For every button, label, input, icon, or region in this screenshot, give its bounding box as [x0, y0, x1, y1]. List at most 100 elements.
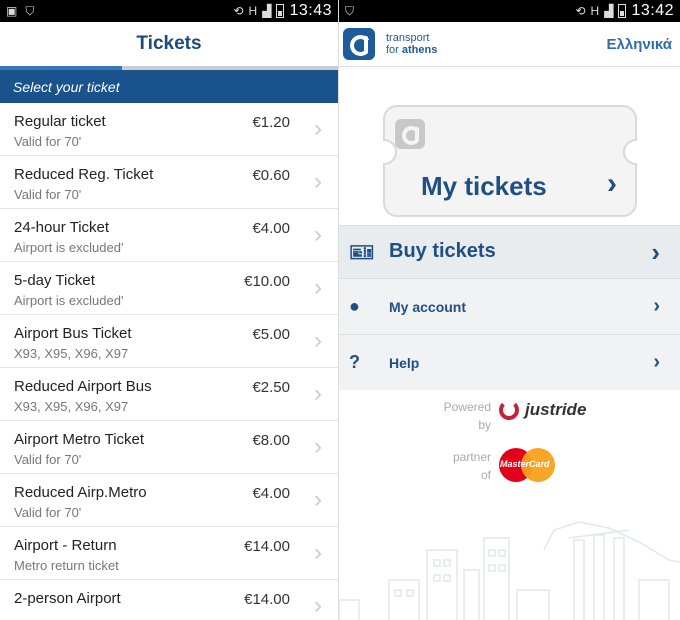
chevron-right-icon: ›: [607, 167, 617, 200]
ticket-price: €14.00: [244, 591, 290, 608]
signal-icon: ▟: [262, 4, 272, 18]
ticket-name: Reduced Airport Bus: [14, 378, 152, 395]
ticket-list-item[interactable]: Regular ticket Valid for 70' €1.20 ›: [0, 103, 338, 156]
ticket-price: €14.00: [244, 538, 290, 555]
ticket-description: Airport is excluded': [14, 240, 124, 255]
ticket-price: €8.00: [252, 432, 290, 449]
powered-line-1: Powered: [443, 400, 491, 414]
ticket-description: Valid for 70': [14, 452, 82, 467]
justride-name: justride: [525, 400, 587, 419]
ticket-name: Reduced Reg. Ticket: [14, 166, 154, 183]
app-header: transport for athens Ελληνικά: [339, 22, 680, 67]
athens-skyline-illustration: [339, 521, 680, 620]
ticket-list-item[interactable]: 24-hour Ticket Airport is excluded' €4.00 ›: [0, 209, 338, 262]
ticket-name: Airport Metro Ticket: [14, 431, 145, 448]
battery-icon: [276, 4, 285, 18]
oasa-logo-icon: [343, 28, 375, 60]
status-bar: ⛉ ⟲ H ▟ 13:42: [339, 0, 680, 22]
ticket-name: Airport - Return: [14, 537, 117, 554]
ticket-list-item[interactable]: Reduced Airport Bus X93, X95, X96, X97 €2.…: [0, 368, 338, 421]
progress-bar: [0, 66, 338, 70]
ticket-price: €5.00: [252, 326, 290, 343]
ticket-list-item[interactable]: Airport Bus Ticket X93, X95, X96, X97 €5.0…: [0, 315, 338, 368]
ticket-icon: 🎫︎: [349, 242, 375, 264]
chevron-right-icon: ›: [314, 486, 322, 513]
ticket-name: Airport Bus Ticket: [14, 325, 132, 342]
user-icon: ●: [349, 296, 360, 316]
chevron-right-icon: ›: [314, 539, 322, 566]
network-type: H: [248, 4, 258, 18]
my-tickets-card[interactable]: My tickets ›: [383, 105, 637, 217]
help-button[interactable]: ? Help ›: [339, 334, 680, 390]
brand-line-1: transport: [386, 32, 430, 44]
ticket-list-item[interactable]: 5-day Ticket Airport is excluded' €10.00 ›: [0, 262, 338, 315]
ticket-price: €0.60: [252, 167, 290, 184]
section-header: Select your ticket: [0, 70, 338, 103]
shield-icon: ⛉: [25, 4, 35, 18]
home-screen: ⛉ ⟲ H ▟ 13:42 transport for athens Ελλην…: [339, 0, 680, 620]
ticket-description: Valid for 70': [14, 187, 82, 202]
justride-logo: justride: [499, 400, 586, 420]
chevron-right-icon: ›: [314, 592, 322, 619]
rotate-icon: ⟲: [575, 4, 586, 18]
help-label: Help: [389, 355, 420, 371]
ticket-description: Valid for 70': [14, 505, 82, 520]
network-type: H: [590, 4, 600, 18]
ticket-name: 2-person Airport: [14, 590, 121, 607]
ticket-name: 5-day Ticket: [14, 272, 95, 289]
partner-of-text: partner of: [439, 448, 491, 484]
justride-ring-icon: [499, 400, 519, 420]
ticket-list-item[interactable]: Airport - Return Metro return ticket €14.0…: [0, 527, 338, 580]
ticket-name: 24-hour Ticket: [14, 219, 110, 236]
ticket-description: Metro return ticket: [14, 558, 119, 573]
ticket-name: Reduced Airp.Metro: [14, 484, 147, 501]
signal-icon: ▟: [604, 4, 614, 18]
brand-text: transport for athens: [386, 32, 437, 56]
shield-icon: ⛉: [345, 4, 355, 18]
my-account-button[interactable]: ● My account ›: [339, 278, 680, 334]
ticket-list-item[interactable]: Reduced Reg. Ticket Valid for 70' €0.60 ›: [0, 156, 338, 209]
mastercard-logo: MasterCard: [499, 448, 555, 482]
chevron-right-icon: ›: [314, 115, 322, 142]
powered-by-text: Powered by: [439, 398, 491, 434]
my-tickets-label: My tickets: [421, 171, 547, 201]
chevron-right-icon: ›: [653, 295, 660, 317]
mastercard-name: MasterCard: [500, 459, 550, 469]
brand-line-2: for athens: [386, 44, 437, 56]
my-account-label: My account: [389, 299, 467, 315]
ticket-price: €10.00: [244, 273, 290, 290]
chevron-right-icon: ›: [314, 274, 322, 301]
ticket-price: €4.00: [252, 220, 290, 237]
brand-for: for: [386, 44, 402, 56]
language-switch[interactable]: Ελληνικά: [607, 36, 672, 53]
question-icon: ?: [349, 352, 360, 372]
image-icon: ▣: [6, 4, 18, 18]
battery-icon: [618, 4, 627, 18]
ticket-description: Valid for 70': [14, 134, 82, 149]
buy-tickets-button[interactable]: 🎫︎ Buy tickets ›: [339, 225, 680, 278]
chevron-right-icon: ›: [653, 351, 660, 373]
chevron-right-icon: ›: [314, 433, 322, 460]
chevron-right-icon: ›: [314, 327, 322, 354]
page-title: Tickets: [136, 33, 202, 54]
chevron-right-icon: ›: [651, 237, 660, 267]
tickets-screen: ▣ ⛉ ⟲ H ▟ 13:43 Tickets Select your tick…: [0, 0, 339, 620]
partner-line-1: partner: [452, 450, 491, 464]
rotate-icon: ⟲: [233, 4, 244, 18]
ticket-name: Regular ticket: [14, 113, 106, 130]
clock: 13:42: [631, 2, 674, 19]
ticket-list-item[interactable]: Airport Metro Ticket Valid for 70' €8.00 ›: [0, 421, 338, 474]
ticket-list-item[interactable]: Reduced Airp.Metro Valid for 70' €4.00 ›: [0, 474, 338, 527]
ticket-description: X93, X95, X96, X97: [14, 346, 129, 361]
brand-athens: athens: [401, 44, 438, 56]
ticket-description: Airport is excluded': [14, 293, 124, 308]
ticket-price: €4.00: [252, 485, 290, 502]
chevron-right-icon: ›: [314, 380, 322, 407]
ticket-price: €1.20: [252, 114, 290, 131]
progress-fill: [0, 66, 122, 70]
status-bar: ▣ ⛉ ⟲ H ▟ 13:43: [0, 0, 338, 22]
ticket-list: Regular ticket Valid for 70' €1.20 › Reduced…: [0, 103, 338, 620]
ticket-list-item[interactable]: 2-person Airport €14.00 ›: [0, 580, 338, 620]
ticket-price: €2.50: [252, 379, 290, 396]
main-menu: 🎫︎ Buy tickets › ● My account › ? Help ›: [339, 225, 680, 390]
